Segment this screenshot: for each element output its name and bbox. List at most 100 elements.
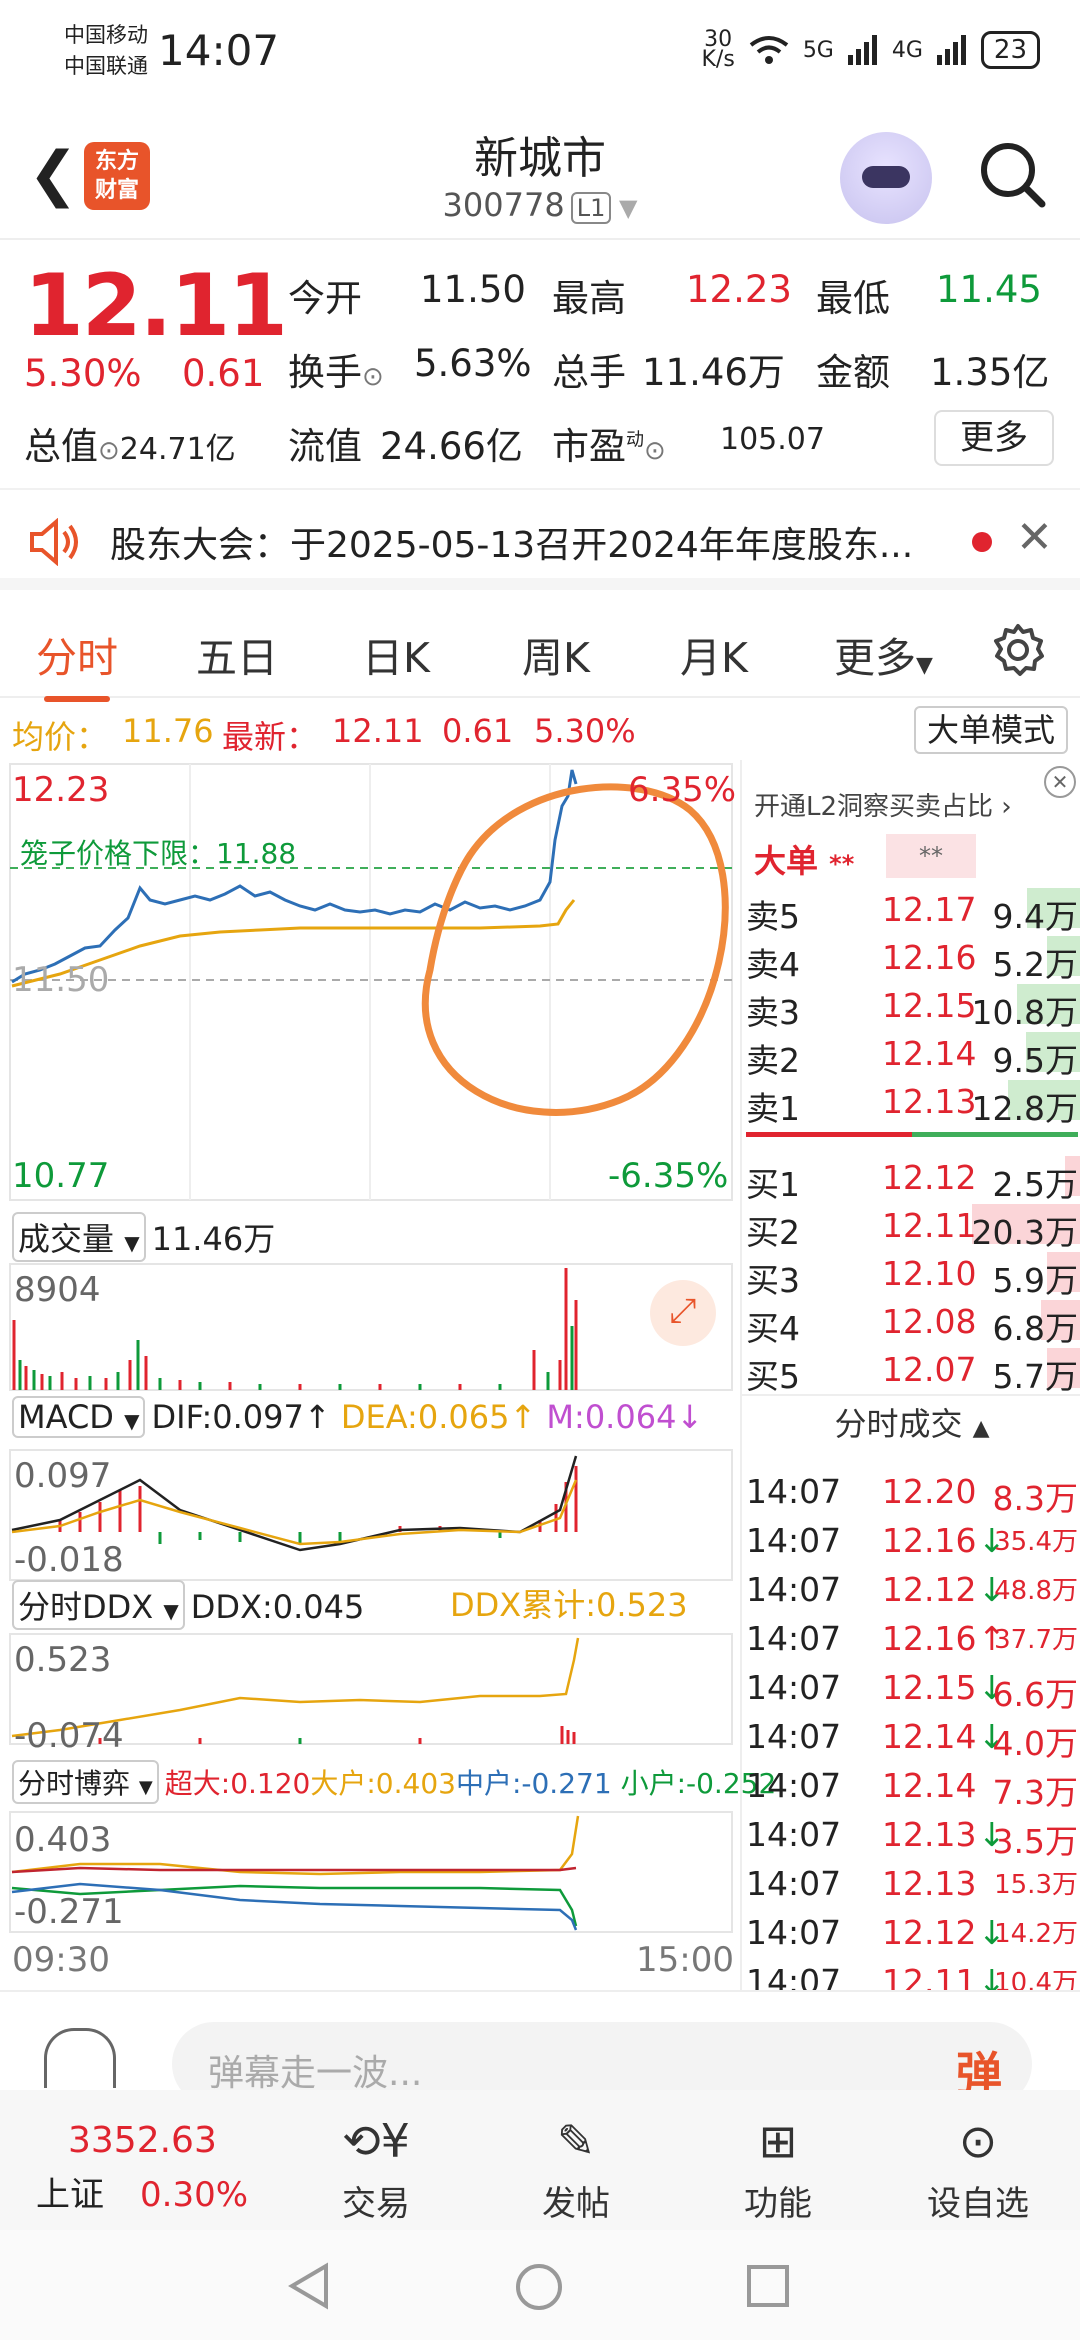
ddx-sum: DDX累计:0.523 (450, 1586, 688, 1624)
order-book: 开通L2洞察买卖占比 › ✕ 大单 ** ** 卖5 12.17 9.4万 卖4 12.… (740, 760, 1080, 2001)
chg-value: 0.61 (442, 712, 514, 750)
change-percent: 5.30% (24, 352, 142, 395)
tick-row: 14:07 12.16 ↑ 37.7万 (742, 1613, 1080, 1661)
speaker-icon (30, 518, 78, 566)
cage-price-label: 笼子价格下限：11.88 (20, 837, 297, 870)
ddx-top: 0.523 (14, 1640, 112, 1680)
tick-volume: 14.2万 (994, 1919, 1078, 1949)
level-volume: 5.9万 (992, 1261, 1078, 1300)
tick-volume: 48.8万 (994, 1576, 1078, 1606)
volume-dropdown[interactable]: 成交量 ▼ (12, 1212, 146, 1262)
big-order-mode-button[interactable]: 大单模式 (914, 706, 1068, 754)
carrier-2: 中国联通 (64, 54, 148, 78)
level-badge: L1 (570, 192, 612, 224)
nav-functions[interactable]: ⊞ 功能 (708, 2106, 848, 2225)
notice-bar[interactable]: 股东大会：于2025-05-13召开2024年年度股东... ✕ (0, 490, 1080, 590)
tick-price: 12.20 (882, 1472, 977, 1511)
tick-row: 14:07 12.12 ↓ 14.2万 (742, 1907, 1080, 1955)
home-circle-icon[interactable] (514, 2262, 564, 2312)
nav-trade[interactable]: ⟲¥ 交易 (306, 2106, 446, 2225)
search-icon[interactable] (976, 138, 1048, 210)
open-value: 11.50 (420, 268, 526, 311)
tick-row: 14:07 12.12 ↓ 48.8万 (742, 1564, 1080, 1612)
volume-dropdown-label: 成交量 (18, 1220, 115, 1258)
status-bar: 中国移动 中国联通 14:07 30 K/s 5G 4G 23 (0, 0, 1080, 108)
info-icon[interactable]: ⊙ (98, 436, 120, 466)
bid-row: 买3 12.10 5.9万 (742, 1248, 1080, 1300)
level-price: 12.16 (882, 938, 977, 977)
pe-sup: 动 (626, 429, 644, 451)
macd-header: MACD ▼ DIF:0.097↑ DEA:0.065↑ M:0.064↓ (12, 1396, 703, 1438)
big-order-stars: ** (829, 850, 855, 878)
level-price: 12.08 (882, 1302, 977, 1341)
caret-down-icon: ▼ (916, 653, 933, 678)
tick-volume: 4.0万 (992, 1724, 1078, 1763)
ddx-bars (98, 1726, 576, 1744)
edit-icon: ✎ (556, 2114, 596, 2168)
danmaku-settings-icon[interactable] (44, 2028, 116, 2088)
tick-volume: 35.4万 (994, 1527, 1078, 1557)
ticks-header[interactable]: 分时成交 ▲ (742, 1394, 1080, 1450)
tab-5day[interactable]: 五日 (196, 624, 278, 684)
level-price: 12.17 (882, 890, 977, 929)
total-mktcap: 总值⊙24.71亿 (24, 416, 236, 470)
turnover-label-text: 换手 (288, 351, 362, 394)
tick-row: 14:07 12.14 ↓ 4.0万 (742, 1711, 1080, 1763)
tick-time: 14:07 (746, 1766, 842, 1805)
tab-intraday[interactable]: 分时 (36, 624, 118, 702)
tick-time: 14:07 (746, 1570, 842, 1609)
ddx-dropdown[interactable]: 分时DDX ▼ (12, 1580, 185, 1630)
macd-dropdown[interactable]: MACD ▼ (12, 1396, 146, 1438)
level-price: 12.10 (882, 1254, 977, 1293)
tick-time: 14:07 (746, 1521, 842, 1560)
nav-post[interactable]: ✎ 发帖 (506, 2106, 646, 2225)
amount-value: 1.35亿 (930, 351, 1050, 394)
more-dots-icon: ⊙ (958, 2114, 998, 2168)
tab-monthly[interactable]: 月K (680, 624, 748, 684)
back-triangle-icon[interactable] (286, 2262, 330, 2310)
time-end: 15:00 (636, 1940, 734, 1980)
info-icon[interactable]: ⊙ (362, 362, 384, 392)
ask-row: 卖2 12.14 9.5万 (742, 1028, 1080, 1080)
level-label: 买4 (746, 1309, 800, 1348)
close-icon[interactable]: ✕ (1044, 766, 1076, 798)
ddx-header: 分时DDX ▼ DDX:0.045 (12, 1580, 364, 1630)
index-ticker[interactable]: 3352.63 上证 0.30% (36, 2120, 248, 2216)
tick-row: 14:07 12.20 8.3万 (742, 1466, 1080, 1518)
level-label: 买5 (746, 1357, 800, 1396)
tab-more[interactable]: 更多▼ (834, 624, 933, 684)
level-volume: 12.8万 (971, 1089, 1078, 1128)
expand-icon[interactable]: ⤢ (650, 1280, 716, 1346)
big-order-ratio: ** (886, 834, 976, 878)
ddx-value: DDX:0.045 (190, 1588, 365, 1626)
settings-gear-icon[interactable] (990, 622, 1046, 678)
tab-daily[interactable]: 日K (362, 624, 430, 684)
recents-square-icon[interactable] (746, 2264, 790, 2308)
pct-value: 5.30% (534, 712, 636, 750)
more-button[interactable]: 更多 (934, 410, 1054, 466)
nav-watchlist[interactable]: ⊙ 设自选 (908, 2106, 1048, 2225)
ratio-bar-red (746, 1132, 912, 1137)
notice-text: 股东大会：于2025-05-13召开2024年年度股东... (110, 525, 914, 566)
assistant-avatar[interactable] (840, 132, 932, 224)
volume-header: 成交量 ▼ 11.46万 (12, 1212, 275, 1262)
level-label: 卖5 (746, 897, 800, 936)
low-value: 11.45 (936, 268, 1042, 311)
big-order-label-text: 大单 (754, 842, 819, 880)
bid-row: 买5 12.07 5.7万 (742, 1344, 1080, 1396)
nav-post-label: 发帖 (542, 2184, 610, 2224)
bid-row: 买2 12.11 20.3万 (742, 1200, 1080, 1252)
time-start: 09:30 (12, 1940, 110, 1980)
intraday-chart[interactable]: 12.23 6.35% 笼子价格下限：11.88 11.50 10.77 -6.… (0, 760, 776, 1990)
l2-upsell[interactable]: 开通L2洞察买卖占比 › (754, 786, 1012, 823)
close-icon[interactable]: ✕ (1016, 512, 1053, 563)
turnover-label: 换手⊙ (288, 342, 384, 396)
game-dropdown[interactable]: 分时博弈 ▼ (12, 1760, 159, 1804)
tick-time: 14:07 (746, 1619, 842, 1658)
info-icon[interactable]: ⊙ (644, 436, 666, 466)
tick-price: 12.13 (882, 1864, 977, 1903)
tab-weekly[interactable]: 周K (522, 624, 590, 684)
network-4g: 4G (891, 37, 923, 63)
y-max: 12.23 (12, 770, 110, 810)
tick-volume: 7.3万 (992, 1773, 1078, 1812)
